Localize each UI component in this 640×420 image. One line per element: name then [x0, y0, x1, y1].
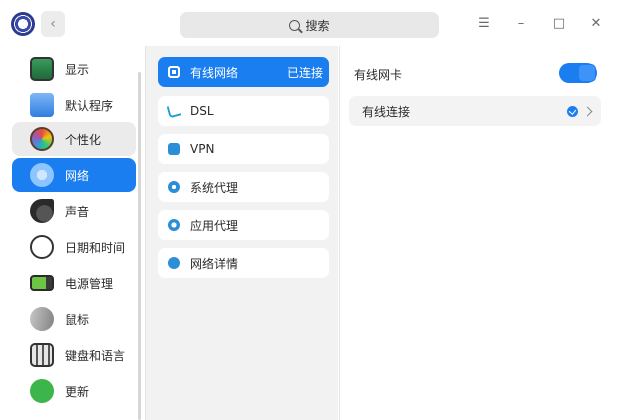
connection-status: 已连接	[286, 65, 323, 80]
sidebar-item-personalization[interactable]: 个性化	[12, 122, 136, 156]
network-menu-details[interactable]: 网络详情	[158, 248, 329, 278]
wired-network-icon	[168, 66, 180, 78]
sidebar-scrollbar[interactable]	[138, 72, 141, 420]
wired-connection-item[interactable]: 有线连接	[349, 96, 601, 126]
search-box[interactable]: 搜索	[180, 12, 439, 38]
chevron-right-icon	[582, 106, 593, 116]
adapter-toggle[interactable]	[559, 63, 597, 83]
sidebar-item-label: 更新	[65, 384, 90, 399]
title-bar: ‹ 搜索 ☰ – □ ✕	[0, 0, 640, 46]
network-menu-system-proxy[interactable]: 系统代理	[158, 172, 329, 202]
minimize-button[interactable]: –	[512, 14, 530, 32]
vpn-icon	[168, 143, 180, 155]
sidebar-item-datetime[interactable]: 日期和时间	[12, 230, 136, 264]
network-menu-dsl[interactable]: DSL	[158, 96, 329, 126]
network-menu-label: DSL	[190, 104, 214, 118]
sidebar-item-keyboard[interactable]: 键盘和语言	[12, 338, 136, 372]
sidebar-item-sound[interactable]: 声音	[12, 194, 136, 228]
network-menu-label: 有线网络	[190, 65, 239, 80]
sidebar-item-label: 日期和时间	[65, 240, 126, 255]
sidebar-item-label: 鼠标	[65, 312, 90, 327]
minimize-icon: –	[517, 15, 525, 31]
sidebar-item-power[interactable]: 电源管理	[12, 266, 136, 300]
battery-icon	[30, 275, 54, 291]
network-menu-app-proxy[interactable]: 应用代理	[158, 210, 329, 240]
default-apps-icon	[30, 93, 54, 117]
sidebar-item-label: 显示	[65, 62, 90, 77]
search-icon	[289, 19, 301, 31]
adapter-label: 有线网卡	[354, 68, 403, 82]
network-menu-wired[interactable]: 有线网络 已连接	[158, 57, 329, 87]
update-icon	[30, 379, 54, 403]
check-icon	[567, 105, 578, 117]
search-label: 搜索	[305, 18, 330, 33]
sound-icon	[30, 199, 54, 223]
maximize-icon: □	[552, 15, 566, 31]
sidebar-item-label: 网络	[65, 168, 90, 183]
sidebar-item-label: 键盘和语言	[65, 348, 126, 363]
sidebar-item-label: 声音	[65, 204, 90, 219]
network-detail-panel: 有线网卡 有线连接	[339, 46, 640, 420]
network-menu: 有线网络 已连接 DSL VPN 系统代理 应用代理 网络详情	[145, 46, 338, 420]
sidebar: 显示 默认程序 个性化 网络 声音 日期和时间 电源管理 鼠标 键盘和语言 更新	[0, 46, 145, 420]
network-menu-label: 网络详情	[190, 256, 239, 271]
mouse-icon	[25, 302, 59, 336]
menu-icon: ☰	[478, 15, 490, 31]
back-button[interactable]: ‹	[41, 11, 65, 37]
clock-icon	[30, 235, 54, 259]
sidebar-item-mouse[interactable]: 鼠标	[12, 302, 136, 336]
system-proxy-icon	[168, 181, 180, 193]
sidebar-item-display[interactable]: 显示	[12, 52, 136, 86]
sidebar-item-default-apps[interactable]: 默认程序	[12, 88, 136, 122]
personalization-icon	[30, 127, 54, 151]
control-center-logo-icon	[11, 12, 35, 36]
network-menu-label: VPN	[190, 142, 215, 156]
keyboard-icon	[30, 343, 54, 367]
network-menu-vpn[interactable]: VPN	[158, 134, 329, 164]
close-icon: ✕	[590, 15, 602, 31]
close-button[interactable]: ✕	[587, 14, 605, 32]
sidebar-item-network[interactable]: 网络	[12, 158, 136, 192]
network-menu-label: 应用代理	[190, 218, 239, 233]
display-icon	[30, 57, 54, 81]
sidebar-item-update[interactable]: 更新	[12, 374, 136, 408]
sidebar-item-label: 电源管理	[65, 276, 114, 291]
menu-button[interactable]: ☰	[475, 14, 493, 32]
info-icon	[168, 257, 180, 269]
chevron-left-icon: ‹	[50, 16, 56, 32]
sidebar-item-label: 个性化	[65, 132, 102, 147]
network-menu-label: 系统代理	[190, 180, 239, 195]
network-icon	[30, 163, 54, 187]
maximize-button[interactable]: □	[550, 14, 568, 32]
dsl-icon	[166, 103, 182, 119]
app-proxy-icon	[168, 219, 180, 231]
sidebar-item-label: 默认程序	[65, 98, 114, 113]
connection-label: 有线连接	[362, 104, 411, 119]
